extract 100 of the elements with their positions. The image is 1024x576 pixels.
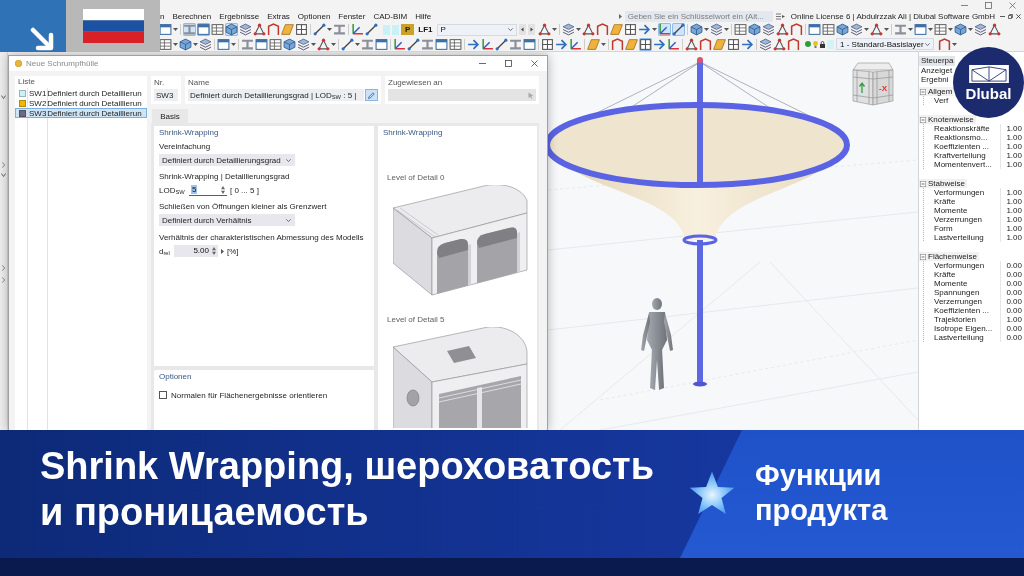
next-icon[interactable] [527,24,535,35]
caret-icon[interactable] [230,42,236,46]
arrow-icon[interactable] [652,37,666,51]
tree-group[interactable]: Knotenweise [919,115,976,124]
caret-icon[interactable] [928,28,934,31]
lock-icon[interactable] [820,40,825,48]
axes-icon[interactable] [658,23,672,36]
line-icon[interactable] [312,23,326,36]
window-icon[interactable] [914,23,928,36]
window-icon[interactable] [254,37,268,51]
table-icon[interactable] [822,23,836,36]
table-icon[interactable] [734,23,748,36]
caret-icon[interactable] [948,28,954,31]
frame-icon[interactable] [266,23,280,36]
chevron-down-icon[interactable] [507,28,513,31]
table-icon[interactable] [210,23,224,36]
checkbox[interactable] [159,391,167,399]
grid-icon[interactable] [540,37,554,51]
beam-icon[interactable] [894,23,908,36]
cube-icon[interactable] [224,23,238,36]
cube-icon[interactable] [748,23,762,36]
dropdown[interactable]: Definiert durch Detaillierungsgrad [159,154,295,166]
layers-icon[interactable] [562,23,576,36]
menu-item[interactable]: n [156,10,169,22]
grid-icon[interactable] [638,37,652,51]
chevron-down-icon[interactable] [286,218,291,222]
beam-icon[interactable] [182,23,196,36]
cube-icon[interactable] [836,23,850,36]
name-field[interactable]: Definiert durch Detaillierungsgrad | LOD$_{SW}$ : 5 | [188,89,364,101]
layers-icon[interactable] [974,23,988,36]
caret-icon[interactable] [172,28,178,31]
list-item[interactable]: SW1 Definiert durch Detaillierun [15,88,147,98]
edit-button[interactable] [365,89,378,101]
window-icon[interactable] [374,37,388,51]
minimize-icon[interactable] [1000,13,1005,19]
window-icon[interactable] [216,37,230,51]
layers-icon[interactable] [758,37,772,51]
axes-icon[interactable] [480,37,494,51]
window-icon[interactable] [522,37,536,51]
chevron-down-icon[interactable] [1,94,6,100]
bulb-icon[interactable] [813,40,818,48]
load-case-select[interactable]: P [436,23,517,36]
line-icon[interactable] [364,23,378,36]
tree-group[interactable]: Flächenweise [919,252,979,261]
menu-item[interactable]: Optionen [293,10,335,22]
list-item[interactable]: SW2 Definiert durch Detaillierun [15,98,147,108]
table-icon[interactable] [448,37,462,51]
axes-icon[interactable] [568,37,582,51]
spin-arrows-icon[interactable] [221,185,225,194]
chevron-down-icon[interactable] [286,158,291,162]
nodes-icon[interactable] [988,23,1002,36]
minus-box-icon[interactable] [920,180,926,187]
caret-icon[interactable] [552,28,558,31]
menu-item[interactable]: Extras [263,10,294,22]
cube-icon[interactable] [282,37,296,51]
caret-icon[interactable] [172,42,178,46]
search-field[interactable]: Geben Sie ein Schlüsselwort ein (Alt... [624,10,773,22]
menu-item[interactable]: Hilfe [411,10,436,22]
window-icon[interactable] [196,23,210,36]
caret-icon[interactable] [652,28,658,31]
layers-icon[interactable] [238,23,252,36]
minus-box-icon[interactable] [920,253,926,260]
table-icon[interactable] [934,23,948,36]
menu-item[interactable]: CAD-BIM [369,10,412,22]
caret-icon[interactable] [908,28,914,31]
axes-icon[interactable] [392,37,406,51]
layers-icon[interactable] [850,23,864,36]
layers-icon[interactable] [296,37,310,51]
cube-icon[interactable] [954,23,968,36]
arrow-icon[interactable] [740,37,754,51]
grid-icon[interactable] [624,23,638,36]
triangle-right-icon[interactable] [618,13,622,19]
window-icon[interactable] [434,37,448,51]
menu-item[interactable]: Ergebnisse [215,10,264,22]
close-icon[interactable] [1009,1,1016,9]
triangle-right-icon[interactable] [221,248,224,254]
previous-icon[interactable] [518,24,526,35]
cube-icon[interactable] [690,23,704,36]
layers-icon[interactable] [762,23,776,36]
caret-icon[interactable] [192,42,198,46]
layers-icon[interactable] [710,23,724,36]
line-icon[interactable] [406,37,420,51]
arrow-icon[interactable] [466,37,480,51]
table-icon[interactable] [268,37,282,51]
frame-icon[interactable] [610,37,624,51]
close-icon[interactable] [530,60,538,67]
layer-select[interactable]: 1 - Standard-Basislayer [836,38,934,50]
maximize-icon[interactable] [985,1,992,9]
menu-item[interactable]: Fenster [334,10,370,22]
maximize-icon[interactable] [504,60,512,67]
caret-icon[interactable] [326,28,332,31]
nodes-icon[interactable] [582,23,596,36]
close-icon[interactable] [1016,13,1021,19]
nodes-icon[interactable] [684,37,698,51]
spin-arrows-icon[interactable] [212,246,216,255]
caret-icon[interactable] [951,42,957,46]
restore-icon[interactable] [1008,13,1013,19]
axes-icon[interactable] [350,23,364,36]
caret-icon[interactable] [864,28,870,31]
list-item[interactable]: SW3 Definiert durch Detaillierun [15,108,147,118]
